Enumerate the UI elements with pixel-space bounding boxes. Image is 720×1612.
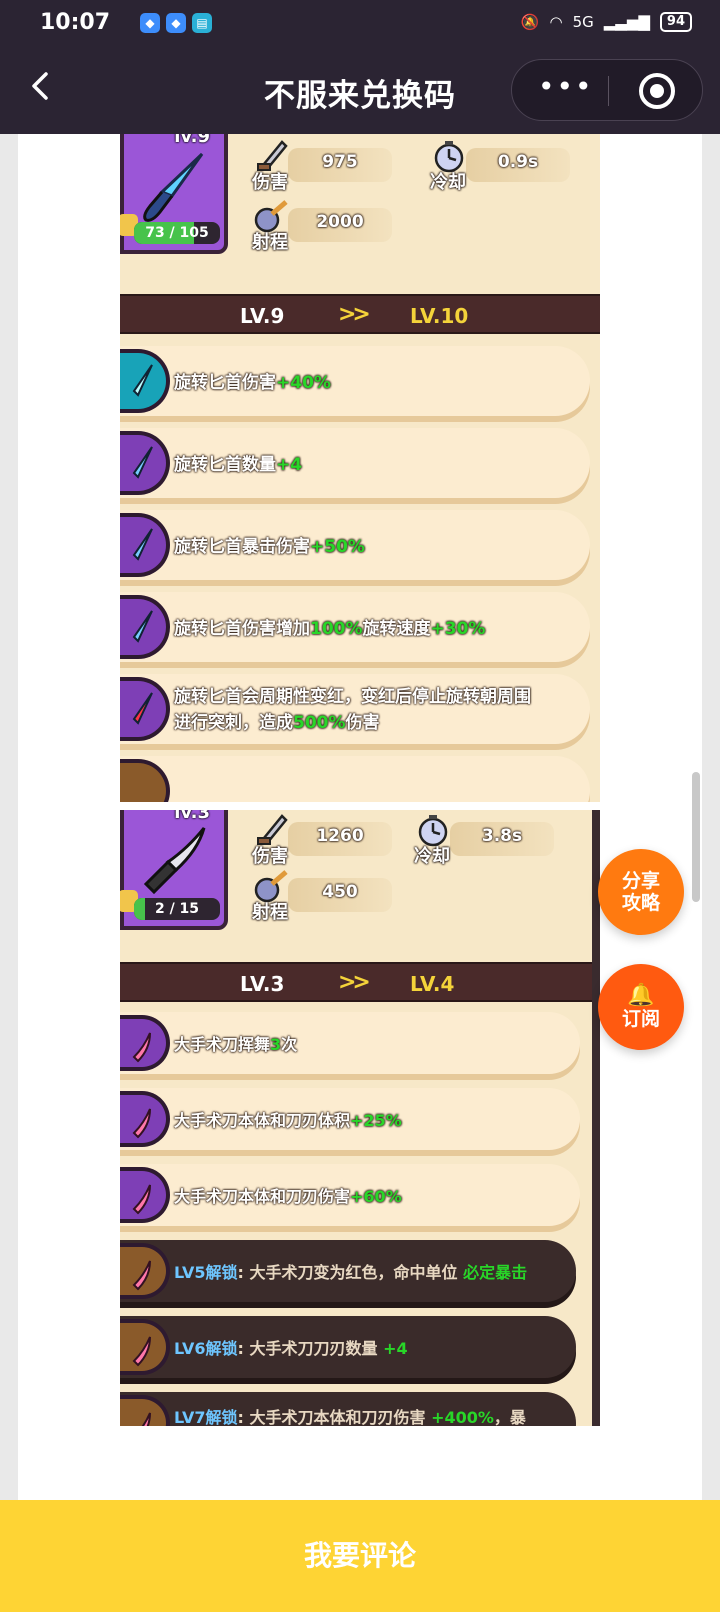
article-content: lv.9 73 / 105 975 伤害 0.9s 冷却 2000 射程 LV.… — [18, 134, 702, 1500]
status-right: 🔕 ◠ 5G ▂▃▅▇ 94 — [521, 12, 692, 32]
scalpel-icon — [143, 827, 206, 895]
title-bar: 不服来兑换码 ••• — [0, 48, 720, 134]
upgrade-row: 旋转匕首伤害+40% — [120, 346, 590, 416]
locked-upgrade-row: LV5解锁: 大手术刀变为红色，命中单位 必定暴击 — [120, 1240, 576, 1302]
more-button[interactable]: ••• — [538, 72, 594, 102]
signal-icon: ▂▃▅▇ — [603, 13, 650, 31]
subscribe-label: 订阅 — [621, 1008, 660, 1030]
locked-upgrade-row: LV6解锁: 大手术刀刀刃数量 +4 — [120, 1316, 576, 1378]
upgrade-row: 旋转匕首会周期性变红，变红后停止旋转朝周围 进行突刺，造成500%伤害 — [120, 674, 590, 744]
scalpel-skill-icon — [120, 1243, 170, 1299]
weapon-progress: 2 / 15 — [134, 898, 220, 920]
level-upgrade-bar: LV.9 >> LV.10 — [120, 294, 600, 334]
app-notification-icon: ◆ — [166, 13, 186, 33]
upgrade-row: 旋转匕首数量+4 — [120, 428, 590, 498]
locked-upgrade-row: LV7解锁: 大手术刀本体和刀刃伤害 +400%，暴 — [120, 1392, 576, 1426]
comment-button-label[interactable]: 我要评论 — [0, 1534, 720, 1574]
upgrade-row: 大手术刀本体和刀刃体积+25% — [120, 1088, 580, 1150]
comment-bar[interactable]: 我要评论 — [0, 1500, 720, 1612]
dagger-skill-icon — [120, 759, 170, 802]
subscribe-button[interactable]: 🔔 订阅 — [598, 964, 684, 1050]
scalpel-skill-icon — [120, 1319, 170, 1375]
mute-icon: 🔕 — [520, 13, 540, 31]
capsule-divider — [608, 76, 609, 106]
dagger-skill-icon — [120, 513, 170, 577]
scalpel-skill-icon — [120, 1015, 170, 1071]
game-screenshot-dagger: lv.9 73 / 105 975 伤害 0.9s 冷却 2000 射程 LV.… — [120, 134, 600, 802]
dagger-skill-icon — [120, 349, 170, 413]
share-label-line1: 分享 — [621, 870, 660, 892]
wifi-icon: ◠ — [549, 13, 563, 31]
scalpel-skill-icon — [120, 1167, 170, 1223]
level-upgrade-bar: LV.3 >> LV.4 — [120, 962, 592, 1002]
network-label: 5G — [572, 13, 594, 31]
dagger-skill-icon — [120, 677, 170, 741]
mini-program-capsule: ••• — [511, 59, 703, 121]
notification-icons: ◆ ◆ ▤ — [140, 13, 212, 33]
app-notification-icon: ◆ — [140, 13, 160, 33]
scalpel-skill-icon — [120, 1395, 170, 1426]
stat-cooldown: 0.9s 冷却 — [430, 141, 580, 193]
weapon-card: lv.9 73 / 105 — [120, 134, 228, 254]
upgrade-row: 大手术刀挥舞3次 — [120, 1012, 580, 1074]
dagger-skill-icon — [120, 595, 170, 659]
battery-level: 94 — [659, 12, 692, 32]
dagger-skill-icon — [120, 431, 170, 495]
stat-damage: 1260 伤害 — [252, 814, 402, 867]
scrollbar-thumb[interactable] — [692, 772, 700, 902]
stat-range: 450 射程 — [252, 870, 402, 923]
weapon-progress: 73 / 105 — [134, 222, 220, 244]
scalpel-skill-icon — [120, 1091, 170, 1147]
status-bar: 10:07 ◆ ◆ ▤ 🔕 ◠ 5G ▂▃▅▇ 94 — [0, 0, 720, 48]
share-label-line2: 攻略 — [621, 892, 660, 914]
upgrade-row: 大手术刀本体和刀刃伤害+60% — [120, 1164, 580, 1226]
bell-icon: 🔔 — [627, 983, 655, 1008]
status-time: 10:07 — [40, 10, 111, 35]
game-screenshot-scalpel: lv.3 2 / 15 1260 伤害 3.8s 冷却 450 射程 LV.3 … — [120, 810, 600, 1426]
close-program-button[interactable] — [639, 73, 675, 109]
weapon-card: lv.3 2 / 15 — [120, 810, 228, 930]
share-guide-button[interactable]: 分享 攻略 — [598, 849, 684, 935]
stat-cooldown: 3.8s 冷却 — [414, 815, 564, 867]
upgrade-row: 旋转匕首暴击伤害+50% — [120, 510, 590, 580]
dagger-icon — [143, 152, 204, 222]
upgrade-row: 旋转匕首伤害增加100%旋转速度+30% — [120, 592, 590, 662]
book-notification-icon: ▤ — [192, 13, 212, 33]
upgrade-row-partial — [120, 756, 590, 802]
stat-range: 2000 射程 — [252, 200, 402, 253]
top-bar: 10:07 ◆ ◆ ▤ 🔕 ◠ 5G ▂▃▅▇ 94 不服来兑换码 ••• — [0, 0, 720, 134]
stat-damage: 975 伤害 — [252, 140, 402, 193]
